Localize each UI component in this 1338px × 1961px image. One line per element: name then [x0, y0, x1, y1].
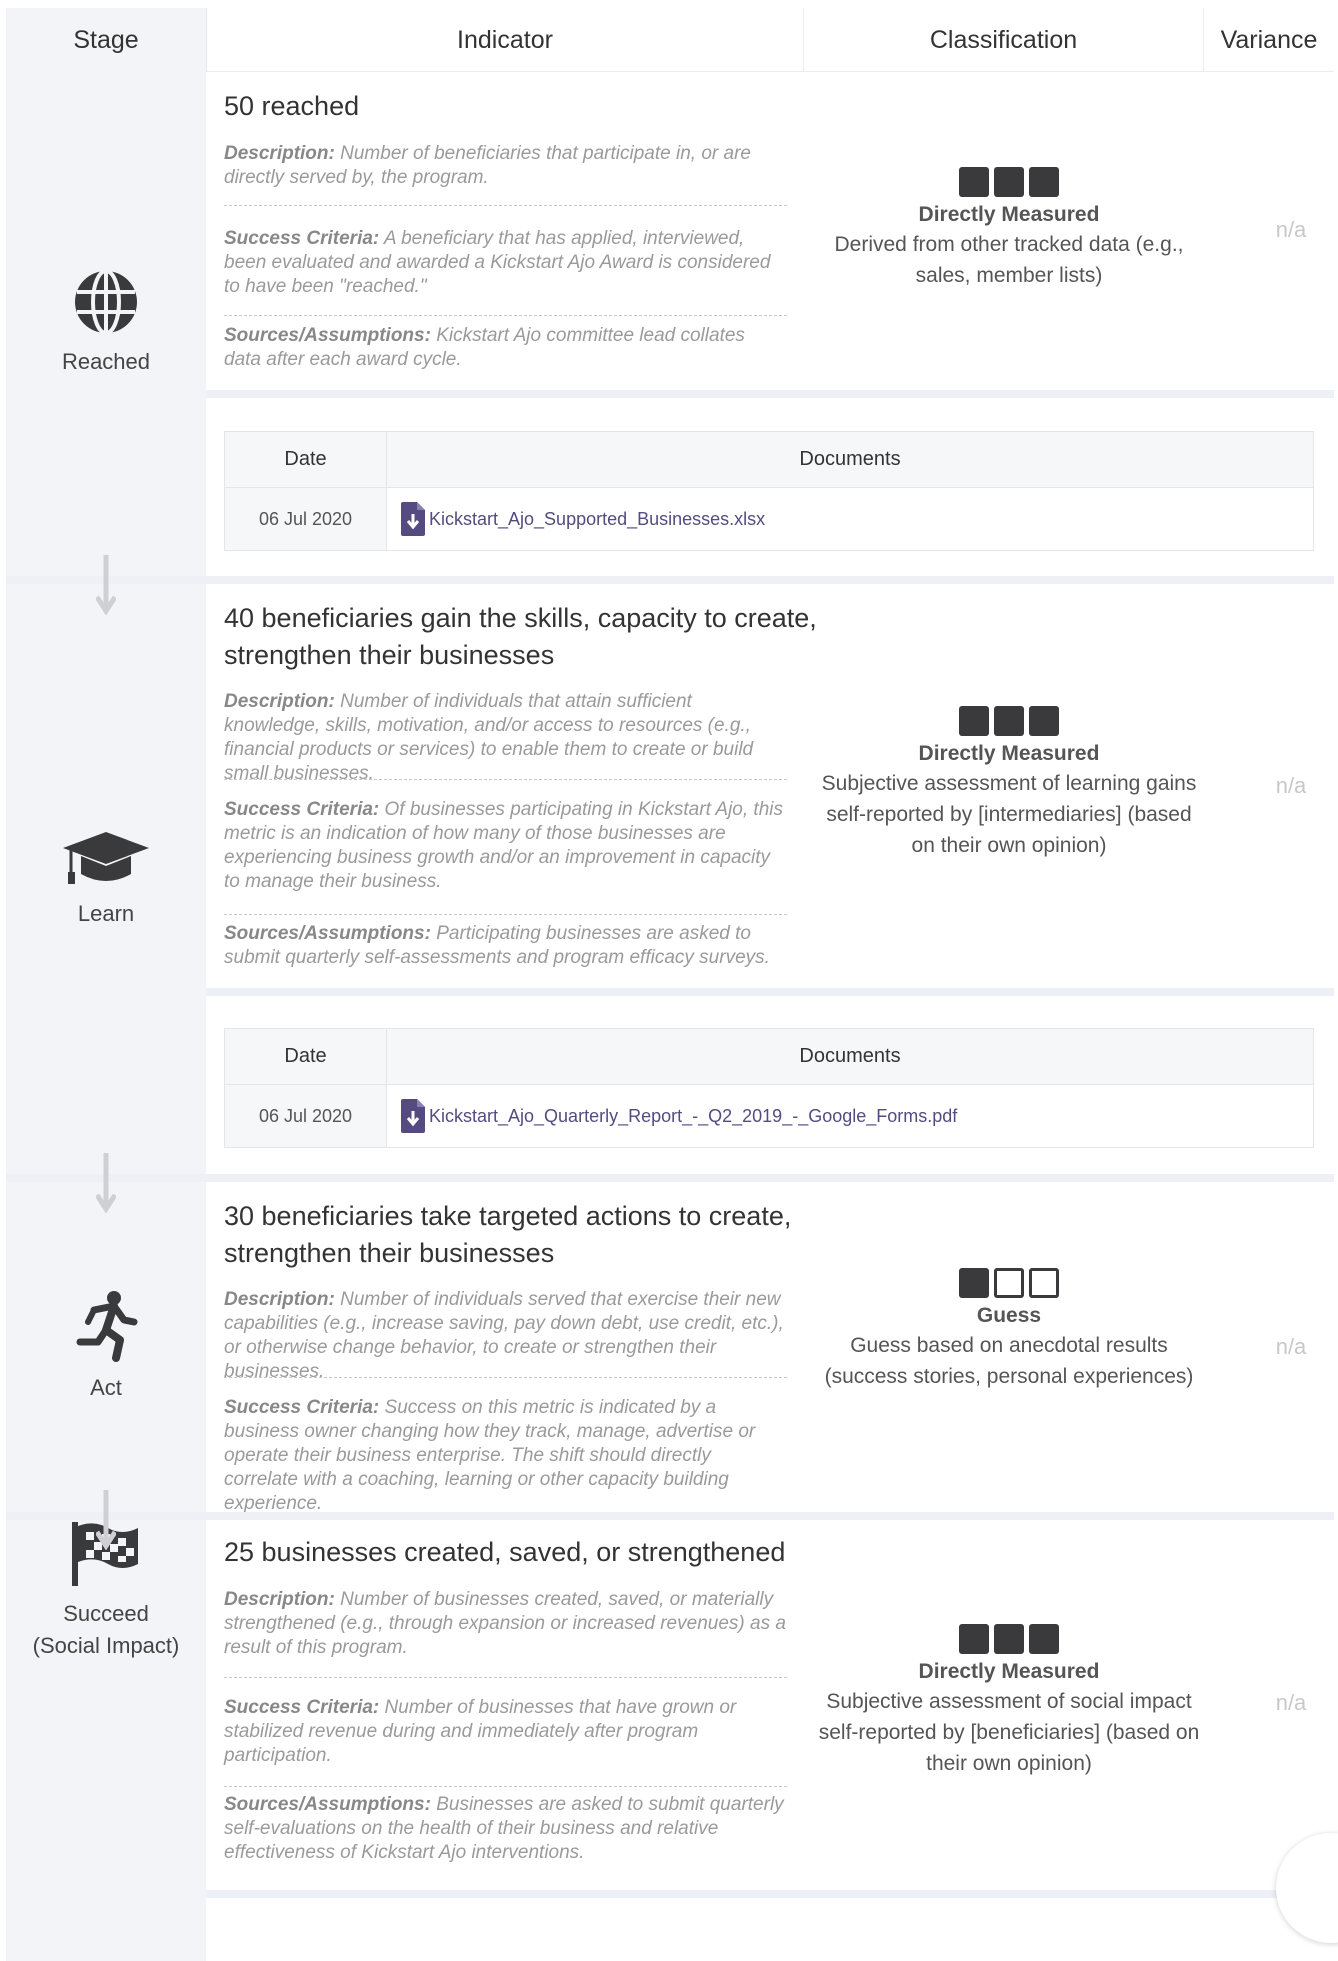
variance-value: n/a — [1275, 1334, 1307, 1359]
header-indicator: Indicator — [206, 8, 803, 72]
indicator-description: Description: Number of individuals serve… — [224, 1289, 784, 1382]
classification-description: Guess based on anecdotal results (succes… — [824, 1334, 1194, 1388]
table-row: 06 Jul 2020 Kickstart_Ajo_Quarterly_Repo… — [225, 1085, 1313, 1147]
header-variance: Variance — [1203, 8, 1334, 72]
classification-description: Derived from other tracked data (e.g., s… — [834, 233, 1184, 287]
classification-cell: Directly Measured Derived from other tra… — [814, 167, 1204, 291]
document-date: 06 Jul 2020 — [225, 488, 387, 550]
arrow-down-icon — [96, 1490, 116, 1550]
documents-table: Date Documents 06 Jul 2020 Kickstart_Ajo… — [224, 431, 1314, 551]
indicator-success-criteria: Success Criteria: Of businesses particip… — [224, 799, 784, 892]
stage-label: Succeed (Social Impact) — [32, 1601, 180, 1658]
stage-act: Act — [6, 1290, 206, 1404]
classification-cell: Directly Measured Subjective assessment … — [814, 1624, 1204, 1779]
confidence-boxes — [814, 706, 1204, 736]
file-download-icon — [401, 502, 425, 536]
classification-name: Guess — [976, 1304, 1042, 1327]
indicator-success-criteria: Success Criteria: Number of businesses t… — [224, 1697, 737, 1766]
variance-value: n/a — [1275, 217, 1307, 242]
documents-date-header: Date — [225, 432, 387, 487]
stage-learn: Learn — [6, 828, 206, 930]
running-person-icon — [76, 1291, 138, 1362]
confidence-boxes — [814, 167, 1204, 197]
indicator-success-criteria: Success Criteria: A beneficiary that has… — [224, 228, 771, 297]
stage-label: Learn — [77, 901, 135, 926]
indicator-title: 50 reached — [224, 91, 360, 121]
globe-icon — [75, 269, 137, 335]
classification-cell: Guess Guess based on anecdotal results (… — [814, 1268, 1204, 1392]
table-row: 50 reached Description: Number of benefi… — [206, 72, 1334, 390]
documents-section: Date Documents 06 Jul 2020 Kickstart_Ajo… — [206, 398, 1334, 576]
documents-date-header: Date — [225, 1029, 387, 1084]
indicator-title: 40 beneficiaries gain the skills, capaci… — [224, 603, 817, 670]
graduation-cap-icon — [63, 832, 149, 884]
table-row: 06 Jul 2020 Kickstart_Ajo_Supported_Busi… — [225, 488, 1313, 550]
document-filename[interactable]: Kickstart_Ajo_Quarterly_Report_-_Q2_2019… — [429, 1106, 957, 1127]
classification-name: Directly Measured — [918, 742, 1100, 765]
header-stage: Stage — [6, 8, 206, 72]
classification-description: Subjective assessment of learning gains … — [821, 772, 1197, 857]
indicator-description: Description: Number of individuals that … — [224, 691, 754, 784]
classification-name: Directly Measured — [918, 1660, 1100, 1683]
document-filename[interactable]: Kickstart_Ajo_Supported_Businesses.xlsx — [429, 509, 765, 530]
document-link[interactable]: Kickstart_Ajo_Supported_Businesses.xlsx — [387, 488, 1313, 550]
document-date: 06 Jul 2020 — [225, 1085, 387, 1147]
documents-section: Date Documents 06 Jul 2020 Kickstart_Ajo… — [206, 996, 1334, 1174]
variance-value: n/a — [1275, 1690, 1307, 1715]
stage-reached: Reached — [6, 268, 206, 378]
variance-value: n/a — [1275, 773, 1307, 798]
indicator-success-criteria: Success Criteria: Success on this metric… — [224, 1397, 756, 1514]
documents-table: Date Documents 06 Jul 2020 Kickstart_Ajo… — [224, 1028, 1314, 1148]
indicator-sources: Sources/Assumptions: Kickstart Ajo commi… — [224, 325, 745, 370]
indicator-title: 30 beneficiaries take targeted actions t… — [224, 1201, 792, 1268]
confidence-boxes — [814, 1624, 1204, 1654]
classification-name: Directly Measured — [918, 203, 1100, 226]
classification-cell: Directly Measured Subjective assessment … — [814, 706, 1204, 861]
indicator-sources: Sources/Assumptions: Businesses are aske… — [224, 1794, 784, 1863]
table-row: 40 beneficiaries gain the skills, capaci… — [206, 584, 1334, 988]
indicator-description: Description: Number of beneficiaries tha… — [224, 143, 751, 188]
indicator-title: 25 businesses created, saved, or strengt… — [224, 1537, 786, 1567]
confidence-boxes — [814, 1268, 1204, 1298]
stage-label: Reached — [61, 349, 151, 374]
arrow-down-icon — [96, 555, 116, 615]
document-link[interactable]: Kickstart_Ajo_Quarterly_Report_-_Q2_2019… — [387, 1085, 1313, 1147]
header-classification: Classification — [803, 8, 1203, 72]
table-row: 30 beneficiaries take targeted actions t… — [206, 1182, 1334, 1514]
indicator-description: Description: Number of businesses create… — [224, 1589, 786, 1658]
documents-header: Documents — [799, 1045, 901, 1067]
table-row: 25 businesses created, saved, or strengt… — [206, 1520, 1334, 1890]
arrow-down-icon — [96, 1153, 116, 1213]
table-header: Stage Indicator Classification Variance — [6, 8, 1334, 72]
documents-header: Documents — [799, 448, 901, 470]
stage-label: Act — [90, 1375, 122, 1400]
classification-description: Subjective assessment of social impact s… — [818, 1690, 1200, 1775]
indicator-sources: Sources/Assumptions: Participating busin… — [224, 923, 770, 968]
file-download-icon — [401, 1099, 425, 1133]
